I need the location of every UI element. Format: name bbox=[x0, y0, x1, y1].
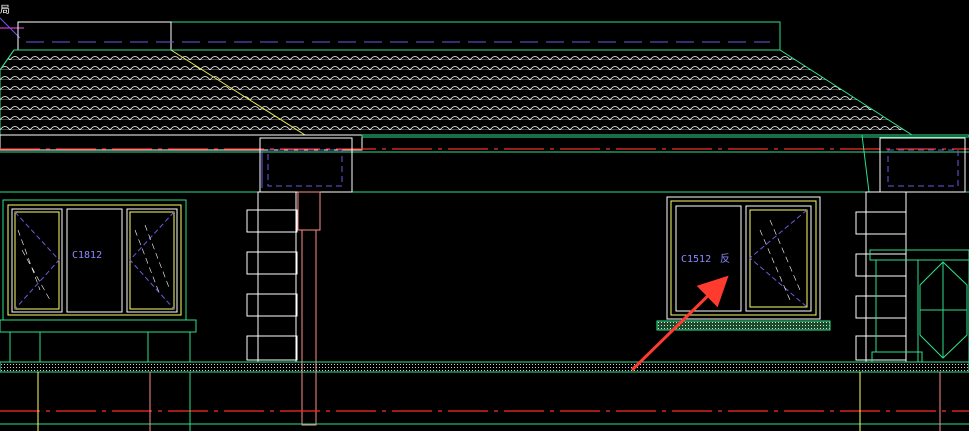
roof-tiles bbox=[0, 49, 914, 136]
window-c1812 bbox=[0, 199, 197, 363]
corner-label: 局 bbox=[0, 4, 10, 16]
ground-plinth bbox=[0, 361, 969, 431]
roof-ridge bbox=[17, 21, 781, 51]
stone-pilaster-left bbox=[246, 191, 298, 363]
cad-elevation-drawing: 局 C1812 C1512 反 bbox=[0, 4, 969, 431]
stone-pilaster-right bbox=[855, 191, 907, 363]
eave-band bbox=[0, 134, 969, 193]
window-label-c1812: C1812 bbox=[72, 250, 102, 261]
window-label-c1512: C1512 bbox=[681, 254, 711, 265]
downpipe bbox=[297, 191, 321, 426]
column-right bbox=[869, 249, 969, 363]
gutter-box-right bbox=[879, 137, 966, 193]
window-label-c1512-suffix: 反 bbox=[720, 253, 730, 265]
